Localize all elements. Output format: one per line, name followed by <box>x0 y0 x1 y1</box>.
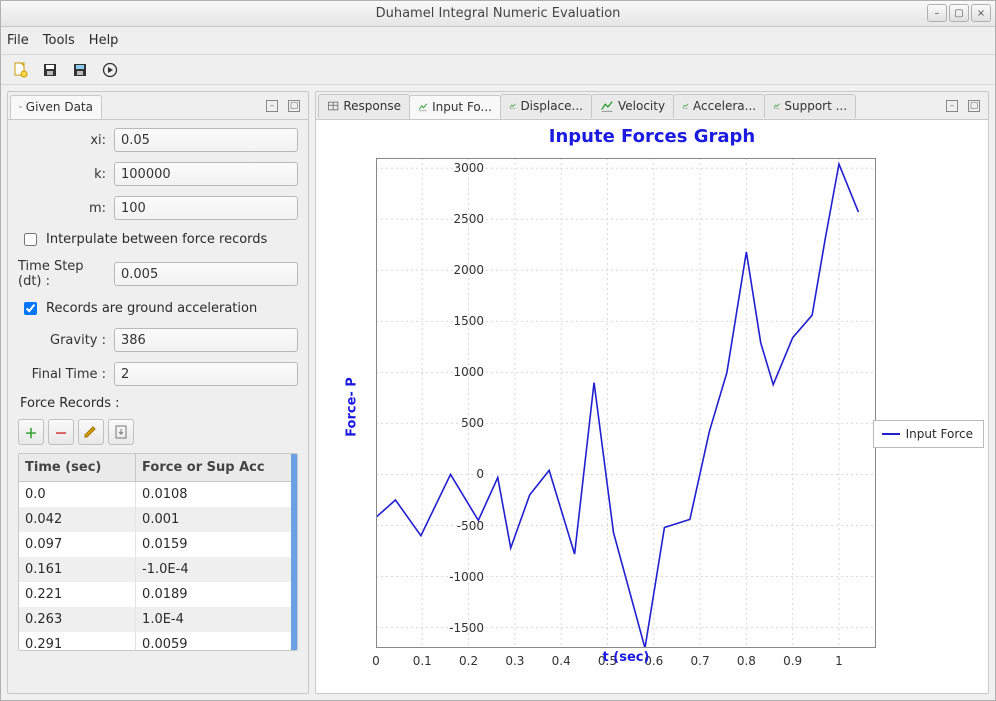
tab-given-data[interactable]: Given Data <box>10 95 102 119</box>
table-row[interactable]: 0.0970.0159 <box>19 532 297 557</box>
ytick: 3000 <box>440 161 484 175</box>
col-force[interactable]: Force or Sup Acc <box>136 454 297 482</box>
table-icon <box>327 99 339 113</box>
save-icon[interactable] <box>39 59 61 81</box>
minimize-button[interactable]: – <box>927 4 947 22</box>
ytick: 500 <box>440 416 484 430</box>
run-icon[interactable] <box>99 59 121 81</box>
ytick: -500 <box>440 519 484 533</box>
ytick: 0 <box>440 467 484 481</box>
col-time[interactable]: Time (sec) <box>19 454 136 482</box>
table-row[interactable]: 0.2910.0059 <box>19 632 297 650</box>
tab-accelera-[interactable]: Accelera... <box>673 94 765 118</box>
checkbox-ground-acc[interactable] <box>24 302 37 315</box>
input-final-time[interactable] <box>114 362 298 386</box>
maximize-button[interactable]: ▢ <box>949 4 969 22</box>
label-xi: xi: <box>18 133 114 148</box>
table-row[interactable]: 0.2210.0189 <box>19 582 297 607</box>
label-m: m: <box>18 201 114 216</box>
table-row[interactable]: 0.2631.0E-4 <box>19 607 297 632</box>
remove-record-button[interactable]: － <box>48 419 74 445</box>
menu-file[interactable]: File <box>7 33 29 48</box>
titlebar: Duhamel Integral Numeric Evaluation – ▢ … <box>1 1 995 27</box>
legend-label: Input Force <box>906 427 973 441</box>
table-scrollbar[interactable] <box>291 454 297 650</box>
input-gravity[interactable] <box>114 328 298 352</box>
chart-icon <box>418 100 428 114</box>
menubar: File Tools Help <box>1 27 995 55</box>
tab-support-[interactable]: Support ... <box>764 94 856 118</box>
panel-maximize-icon[interactable]: ▢ <box>288 100 300 112</box>
chart-icon <box>682 99 689 113</box>
table-row[interactable]: 0.00.0108 <box>19 482 297 508</box>
window-title: Duhamel Integral Numeric Evaluation <box>376 6 621 21</box>
table-row[interactable]: 0.161-1.0E-4 <box>19 557 297 582</box>
label-dt: Time Step (dt) : <box>18 259 114 289</box>
label-final-time: Final Time : <box>18 367 114 382</box>
ytick: -1500 <box>440 621 484 635</box>
force-records-table[interactable]: Time (sec) Force or Sup Acc 0.00.01080.0… <box>19 454 297 650</box>
close-button[interactable]: × <box>971 4 991 22</box>
chart-icon <box>509 99 516 113</box>
input-dt[interactable] <box>114 262 298 286</box>
label-interpolate: Interpulate between force records <box>46 232 267 247</box>
input-k[interactable] <box>114 162 298 186</box>
label-force-records: Force Records : <box>20 396 298 411</box>
tab-response[interactable]: Response <box>318 94 410 118</box>
label-k: k: <box>18 167 114 182</box>
label-gravity: Gravity : <box>18 333 114 348</box>
chart-xlabel: t (sec) <box>376 650 876 665</box>
tab-given-data-label: Given Data <box>26 100 93 114</box>
chart-panel: ResponseInput Fo...Displace...VelocityAc… <box>315 91 989 694</box>
import-icon <box>113 424 129 440</box>
input-xi[interactable] <box>114 128 298 152</box>
main-area: Given Data – ▢ xi: k: m: <box>1 85 995 700</box>
chart-panel-maximize-icon[interactable]: ▢ <box>968 100 980 112</box>
tab-velocity[interactable]: Velocity <box>591 94 674 118</box>
chart-title: Inpute Forces Graph <box>316 126 988 147</box>
legend-swatch <box>882 433 900 435</box>
keyboard-icon <box>19 100 22 114</box>
import-record-button[interactable] <box>108 419 134 445</box>
ytick: 1500 <box>440 314 484 328</box>
ytick: 2500 <box>440 212 484 226</box>
label-ground-acc: Records are ground acceleration <box>46 301 257 316</box>
chart-icon <box>600 99 614 113</box>
open-icon[interactable] <box>69 59 91 81</box>
chart-ylabel: Force- P <box>344 377 359 437</box>
chart-panel-minimize-icon[interactable]: – <box>946 100 958 112</box>
tab-input-fo-[interactable]: Input Fo... <box>409 95 501 119</box>
given-data-panel: Given Data – ▢ xi: k: m: <box>7 91 309 694</box>
tab-displace-[interactable]: Displace... <box>500 94 592 118</box>
pencil-icon <box>83 424 99 440</box>
panel-minimize-icon[interactable]: – <box>266 100 278 112</box>
checkbox-interpolate[interactable] <box>24 233 37 246</box>
chart-legend: Input Force <box>873 420 984 448</box>
menu-help[interactable]: Help <box>89 33 119 48</box>
new-file-icon[interactable] <box>9 59 31 81</box>
add-record-button[interactable]: ＋ <box>18 419 44 445</box>
toolbar <box>1 55 995 85</box>
chart-area: Inpute Forces Graph Force- P -1500 -1000 -… <box>316 120 988 693</box>
chart-icon <box>773 99 780 113</box>
menu-tools[interactable]: Tools <box>43 33 75 48</box>
app-window: Duhamel Integral Numeric Evaluation – ▢ … <box>0 0 996 701</box>
input-m[interactable] <box>114 196 298 220</box>
ytick: 1000 <box>440 365 484 379</box>
ytick: -1000 <box>440 570 484 584</box>
ytick: 2000 <box>440 263 484 277</box>
table-row[interactable]: 0.0420.001 <box>19 507 297 532</box>
edit-record-button[interactable] <box>78 419 104 445</box>
